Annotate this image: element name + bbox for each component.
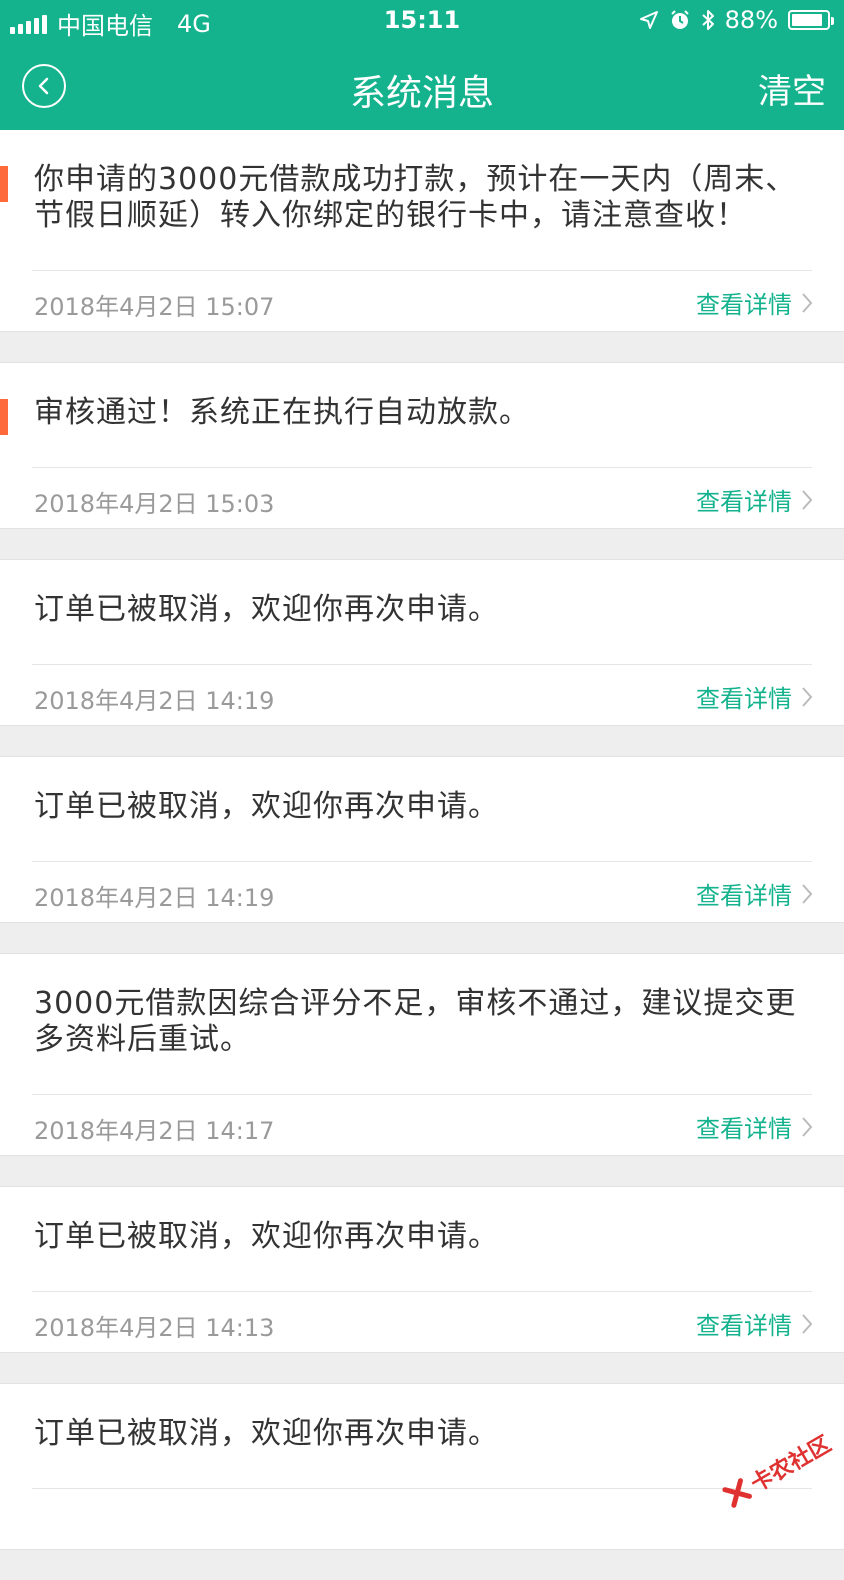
view-details-label: 查看详情 <box>696 1109 792 1144</box>
status-bar: 中国电信 4G 15:11 88% <box>0 0 844 44</box>
message-card[interactable]: 订单已被取消，欢迎你再次申请。 2018年4月2日 14:19 查看详情 <box>0 756 844 923</box>
view-details-label: 查看详情 <box>696 1306 792 1341</box>
battery-cap <box>831 17 834 25</box>
view-details-label: 查看详情 <box>696 679 792 714</box>
view-details-link[interactable]: 查看详情 <box>696 285 814 320</box>
message-text: 3000元借款因综合评分不足，审核不通过，建议提交更多资料后重试。 <box>0 954 844 1058</box>
card-footer: 2018年4月2日 14:13 查看详情 <box>0 1292 844 1352</box>
card-footer <box>0 1489 844 1549</box>
message-text: 订单已被取消，欢迎你再次申请。 <box>0 757 844 825</box>
message-time: 2018年4月2日 14:19 <box>34 878 274 913</box>
page-title: 系统消息 <box>0 64 844 116</box>
battery-percent: 88% <box>725 6 778 34</box>
message-text: 订单已被取消，欢迎你再次申请。 <box>0 1187 844 1255</box>
message-time: 2018年4月2日 14:19 <box>34 681 274 716</box>
view-details-link[interactable]: 查看详情 <box>696 482 814 517</box>
message-text: 你申请的3000元借款成功打款，预计在一天内（周末、节假日顺延）转入你绑定的银行… <box>0 130 844 234</box>
message-card[interactable]: 订单已被取消，欢迎你再次申请。 2018年4月2日 14:19 查看详情 <box>0 559 844 726</box>
view-details-link[interactable]: 查看详情 <box>696 1109 814 1144</box>
bluetooth-icon <box>701 9 715 31</box>
message-card[interactable]: 审核通过！系统正在执行自动放款。 2018年4月2日 15:03 查看详情 <box>0 362 844 529</box>
unread-indicator <box>0 166 8 202</box>
message-list: 你申请的3000元借款成功打款，预计在一天内（周末、节假日顺延）转入你绑定的银行… <box>0 130 844 1580</box>
unread-indicator <box>0 399 8 435</box>
message-card[interactable]: 订单已被取消，欢迎你再次申请。 2018年4月2日 14:13 查看详情 <box>0 1186 844 1353</box>
message-card[interactable]: 订单已被取消，欢迎你再次申请。 <box>0 1383 844 1550</box>
alarm-icon <box>669 9 691 31</box>
message-card[interactable]: 3000元借款因综合评分不足，审核不通过，建议提交更多资料后重试。 2018年4月… <box>0 953 844 1156</box>
message-time: 2018年4月2日 14:13 <box>34 1308 274 1343</box>
card-footer: 2018年4月2日 14:17 查看详情 <box>0 1095 844 1155</box>
app-header: 中国电信 4G 15:11 88% <box>0 0 844 130</box>
message-card[interactable]: 你申请的3000元借款成功打款，预计在一天内（周末、节假日顺延）转入你绑定的银行… <box>0 130 844 332</box>
battery-fill <box>792 14 822 26</box>
chevron-right-icon <box>800 488 814 512</box>
status-right: 88% <box>639 6 830 34</box>
card-footer: 2018年4月2日 14:19 查看详情 <box>0 862 844 922</box>
view-details-link[interactable]: 查看详情 <box>696 876 814 911</box>
chevron-right-icon <box>800 1312 814 1336</box>
message-text: 订单已被取消，欢迎你再次申请。 <box>0 560 844 628</box>
battery-icon <box>788 10 830 30</box>
card-footer: 2018年4月2日 15:03 查看详情 <box>0 468 844 528</box>
message-text: 审核通过！系统正在执行自动放款。 <box>0 363 844 431</box>
view-details-label: 查看详情 <box>696 876 792 911</box>
location-arrow-icon <box>639 10 659 30</box>
message-time: 2018年4月2日 15:07 <box>34 287 274 322</box>
message-time: 2018年4月2日 14:17 <box>34 1111 274 1146</box>
chevron-right-icon <box>800 882 814 906</box>
chevron-right-icon <box>800 1115 814 1139</box>
view-details-label: 查看详情 <box>696 285 792 320</box>
message-time: 2018年4月2日 15:03 <box>34 484 274 519</box>
card-footer: 2018年4月2日 14:19 查看详情 <box>0 665 844 725</box>
chevron-right-icon <box>800 291 814 315</box>
clear-button[interactable]: 清空 <box>758 64 826 113</box>
view-details-link[interactable]: 查看详情 <box>696 679 814 714</box>
card-footer: 2018年4月2日 15:07 查看详情 <box>0 271 844 331</box>
message-text: 订单已被取消，欢迎你再次申请。 <box>0 1384 844 1452</box>
navigation-bar: 系统消息 清空 <box>0 44 844 130</box>
chevron-right-icon <box>800 685 814 709</box>
view-details-link[interactable]: 查看详情 <box>696 1306 814 1341</box>
view-details-label: 查看详情 <box>696 482 792 517</box>
